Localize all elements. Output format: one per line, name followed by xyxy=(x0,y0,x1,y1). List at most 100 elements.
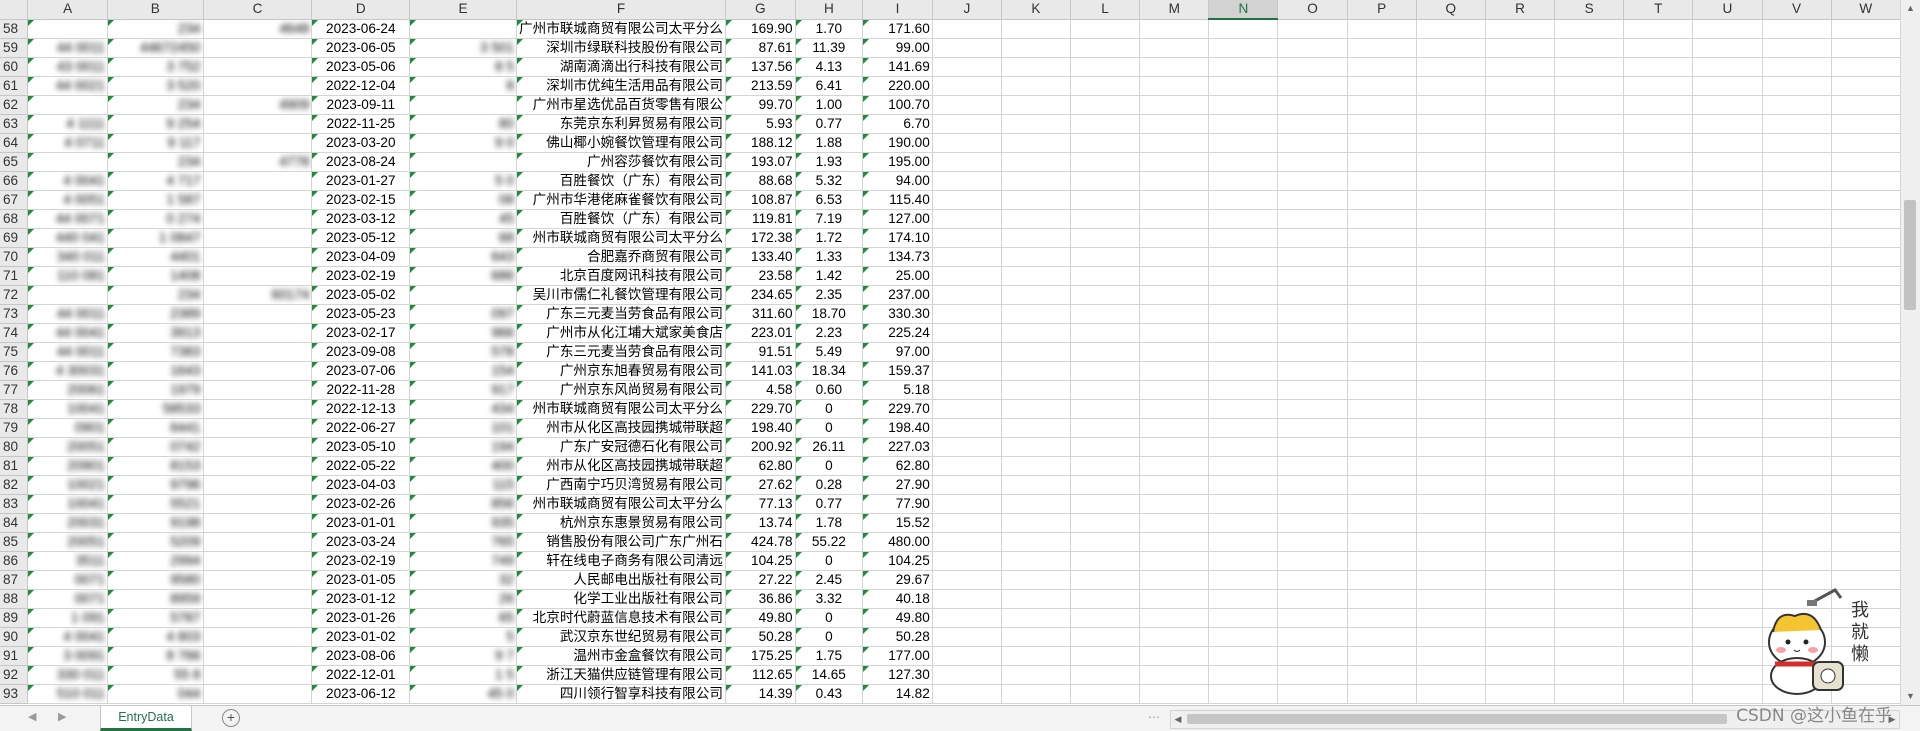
empty-cell[interactable] xyxy=(1277,133,1348,153)
empty-cell[interactable] xyxy=(1070,190,1141,210)
cell-b[interactable]: 0 274 xyxy=(107,209,204,229)
empty-cell[interactable] xyxy=(1208,532,1279,552)
empty-cell[interactable] xyxy=(1347,114,1417,134)
cell-f[interactable]: 深圳市绿联科技股份有限公司 xyxy=(516,38,726,58)
empty-cell[interactable] xyxy=(1485,665,1556,685)
empty-cell[interactable] xyxy=(1208,551,1279,571)
empty-cell[interactable] xyxy=(1139,646,1210,666)
cell-f[interactable]: 州市联城商贸有限公司太平分么 xyxy=(516,228,726,248)
cell-c[interactable] xyxy=(203,665,313,685)
cell-d[interactable]: 2022-11-25 xyxy=(311,114,411,134)
cell-i[interactable]: 480.00 xyxy=(862,532,933,552)
empty-cell[interactable] xyxy=(1277,418,1348,438)
cell-g[interactable]: 14.39 xyxy=(725,684,796,704)
cell-a[interactable]: 20901 xyxy=(27,456,108,476)
empty-cell[interactable] xyxy=(1762,418,1832,438)
empty-cell[interactable] xyxy=(1831,456,1901,476)
empty-cell[interactable] xyxy=(1692,646,1763,666)
cell-i[interactable]: 29.67 xyxy=(862,570,933,590)
cell-e[interactable]: 9 7 xyxy=(409,646,518,666)
cell-e[interactable]: 578 xyxy=(409,342,518,362)
empty-cell[interactable] xyxy=(1554,627,1625,647)
empty-cell[interactable] xyxy=(1001,399,1072,419)
empty-cell[interactable] xyxy=(1623,133,1694,153)
cell-c[interactable]: 4648 xyxy=(203,19,313,39)
cell-a[interactable]: 4 0041 xyxy=(27,627,108,647)
empty-cell[interactable] xyxy=(1554,551,1625,571)
cell-d[interactable]: 2023-06-05 xyxy=(311,38,411,58)
empty-cell[interactable] xyxy=(1554,323,1625,343)
cell-d[interactable]: 2023-02-19 xyxy=(311,266,411,286)
cell-d[interactable]: 2023-03-24 xyxy=(311,532,411,552)
empty-cell[interactable] xyxy=(1692,19,1763,39)
empty-cell[interactable] xyxy=(1277,342,1348,362)
cell-c[interactable] xyxy=(203,494,313,514)
empty-cell[interactable] xyxy=(1139,532,1210,552)
empty-cell[interactable] xyxy=(1347,323,1417,343)
cell-e[interactable]: 115 xyxy=(409,475,518,495)
worksheet-table[interactable]: ABCDEFGHIJKLMNOPQRSTUVW 58 234 4648 2023-06… xyxy=(0,0,1901,704)
cell-c[interactable] xyxy=(203,437,313,457)
row-header[interactable]: 87 xyxy=(0,570,29,590)
empty-cell[interactable] xyxy=(932,228,1002,248)
empty-cell[interactable] xyxy=(1554,19,1625,39)
cell-b[interactable]: 4401 xyxy=(107,247,204,267)
cell-d[interactable]: 2023-02-19 xyxy=(311,551,411,571)
empty-cell[interactable] xyxy=(1554,589,1625,609)
empty-cell[interactable] xyxy=(932,608,1002,628)
empty-cell[interactable] xyxy=(1070,456,1141,476)
cell-h[interactable]: 3.32 xyxy=(795,589,864,609)
empty-cell[interactable] xyxy=(1623,19,1694,39)
cell-g[interactable]: 172.38 xyxy=(725,228,796,248)
cell-g[interactable]: 234.65 xyxy=(725,285,796,305)
empty-cell[interactable] xyxy=(1416,171,1486,191)
empty-cell[interactable] xyxy=(1554,133,1625,153)
cell-b[interactable]: 58533 xyxy=(107,399,204,419)
empty-cell[interactable] xyxy=(1692,95,1763,115)
cell-f[interactable]: 广西南宁巧贝湾贸易有限公司 xyxy=(516,475,726,495)
empty-cell[interactable] xyxy=(1485,684,1556,704)
empty-cell[interactable] xyxy=(1277,513,1348,533)
empty-cell[interactable] xyxy=(1416,152,1486,172)
empty-cell[interactable] xyxy=(1139,551,1210,571)
empty-cell[interactable] xyxy=(1831,247,1901,267)
empty-cell[interactable] xyxy=(1623,228,1694,248)
cell-f[interactable]: 武汉京东世纪贸易有限公司 xyxy=(516,627,726,647)
cell-h[interactable]: 11.39 xyxy=(795,38,864,58)
cell-i[interactable]: 330.30 xyxy=(862,304,933,324)
select-all-corner[interactable] xyxy=(0,0,29,20)
empty-cell[interactable] xyxy=(1347,285,1417,305)
cell-c[interactable] xyxy=(203,456,313,476)
cell-c[interactable] xyxy=(203,570,313,590)
cell-a[interactable]: 10041 xyxy=(27,494,108,514)
empty-cell[interactable] xyxy=(1208,437,1279,457)
empty-cell[interactable] xyxy=(932,285,1002,305)
empty-cell[interactable] xyxy=(1070,418,1141,438)
empty-cell[interactable] xyxy=(932,95,1002,115)
empty-cell[interactable] xyxy=(1623,399,1694,419)
cell-a[interactable]: 0071 xyxy=(27,570,108,590)
empty-cell[interactable] xyxy=(932,19,1002,39)
empty-cell[interactable] xyxy=(1208,95,1279,115)
empty-cell[interactable] xyxy=(1692,152,1763,172)
empty-cell[interactable] xyxy=(932,76,1002,96)
cell-i[interactable]: 134.73 xyxy=(862,247,933,267)
empty-cell[interactable] xyxy=(1554,228,1625,248)
empty-cell[interactable] xyxy=(1070,532,1141,552)
empty-cell[interactable] xyxy=(1001,418,1072,438)
cell-g[interactable]: 193.07 xyxy=(725,152,796,172)
cell-h[interactable]: 5.32 xyxy=(795,171,864,191)
empty-cell[interactable] xyxy=(1070,95,1141,115)
empty-cell[interactable] xyxy=(1485,266,1556,286)
empty-cell[interactable] xyxy=(1001,361,1072,381)
empty-cell[interactable] xyxy=(1485,570,1556,590)
empty-cell[interactable] xyxy=(1001,171,1072,191)
empty-cell[interactable] xyxy=(1623,209,1694,229)
empty-cell[interactable] xyxy=(1554,513,1625,533)
empty-cell[interactable] xyxy=(1554,494,1625,514)
empty-cell[interactable] xyxy=(1762,190,1832,210)
row-header[interactable]: 70 xyxy=(0,247,29,267)
cell-d[interactable]: 2023-01-01 xyxy=(311,513,411,533)
empty-cell[interactable] xyxy=(932,437,1002,457)
cell-a[interactable]: 44 0021 xyxy=(27,76,108,96)
